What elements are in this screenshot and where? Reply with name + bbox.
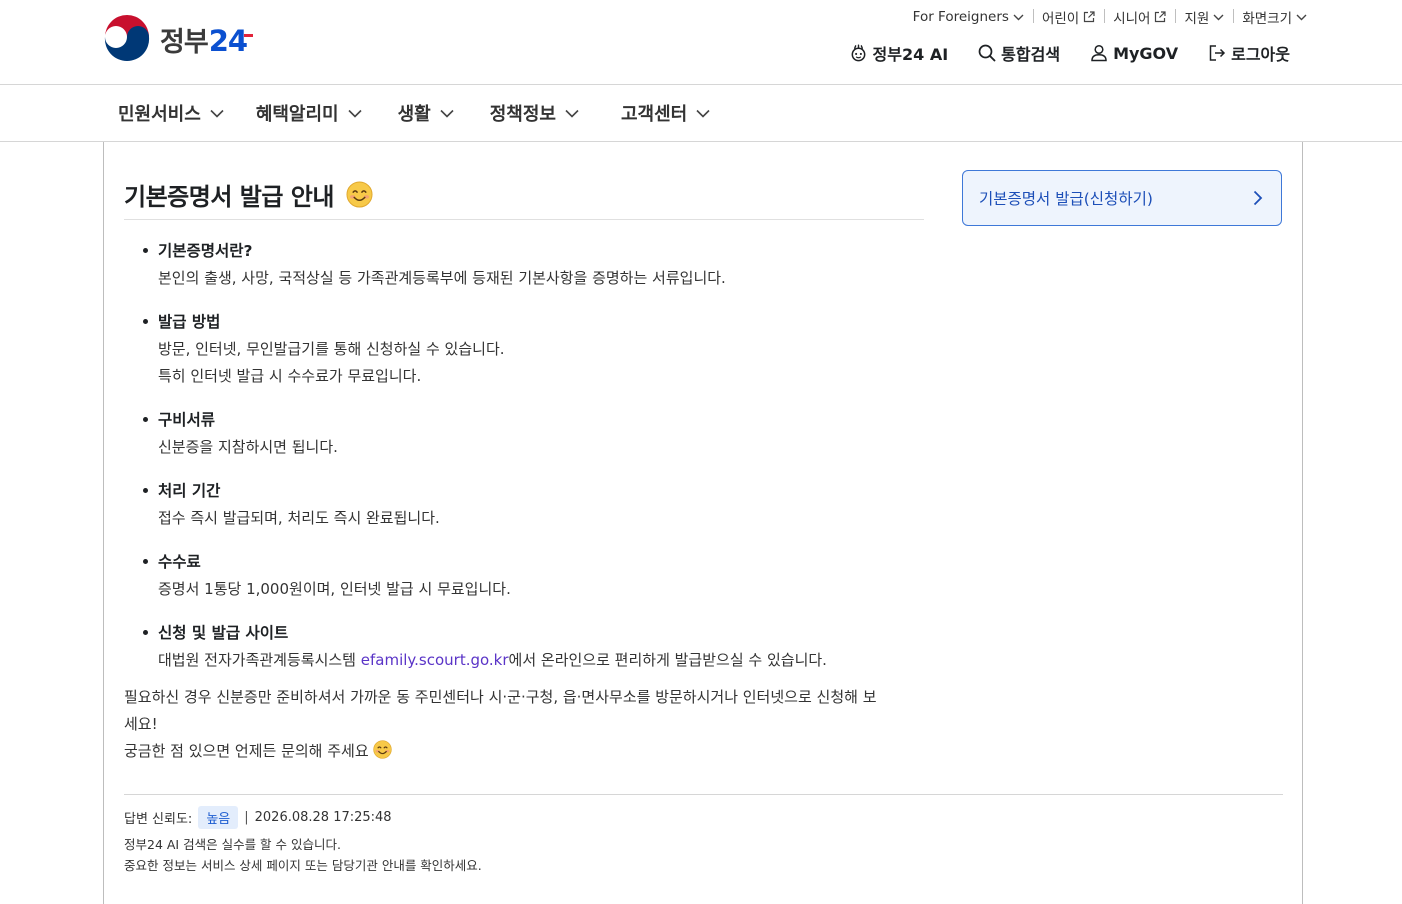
nav-life[interactable]: 생활 (398, 100, 454, 126)
item-text: 본인의 출생, 사망, 국적상실 등 가족관계등록부에 등재된 기본사항을 증명… (158, 269, 726, 287)
util-label: For Foreigners (912, 9, 1009, 25)
closing-line: 필요하신 경우 신분증만 준비하셔서 가까운 동 주민센터나 시·군·구청, 읍… (124, 688, 877, 706)
util-kids[interactable]: 어린이 (1032, 7, 1104, 27)
item-text: 대법원 전자가족관계등록시스템 efamily.scourt.go.kr에서 온… (158, 647, 910, 674)
title-divider (124, 219, 924, 220)
site-text-after: 에서 온라인으로 편리하게 발급받으실 수 있습니다. (508, 651, 827, 669)
nav-customer-center[interactable]: 고객센터 (621, 100, 710, 126)
logo-text: 정부 (160, 26, 209, 58)
efamily-link[interactable]: efamily.scourt.go.kr (361, 651, 509, 669)
issue-certificate-button[interactable]: 기본증명서 발급(신청하기) (962, 170, 1282, 226)
ai-icon (851, 44, 865, 61)
closing-line-text: 궁금한 점 있으면 언제든 문의해 주세요 (124, 742, 369, 760)
external-link-icon (1084, 11, 1095, 23)
footer-divider (124, 794, 1283, 795)
unified-search-label: 통합검색 (1001, 45, 1061, 64)
logo-digit: 2 (208, 23, 229, 58)
item-text: 접수 즉시 발급되며, 처리도 즉시 완료됩니다. (158, 509, 440, 527)
list-item: 기본증명서란? 본인의 출생, 사망, 국적상실 등 가족관계등록부에 등재된 … (140, 238, 910, 292)
item-text: 신분증을 지참하시면 됩니다. (158, 438, 338, 456)
disclaimer-line: 중요한 정보는 서비스 상세 페이지 또는 담당기관 안내를 확인하세요. (124, 858, 482, 873)
answer-timestamp: 2026.08.28 17:25:48 (254, 810, 392, 825)
reliability-label: 답변 신뢰도: (124, 812, 193, 827)
meta-separator: | (244, 810, 249, 825)
user-icon (1091, 44, 1107, 62)
item-text: 특히 인터넷 발급 시 수수료가 무료입니다. (158, 367, 422, 385)
util-label: 어린이 (1041, 11, 1080, 27)
util-label: 화면크기 (1242, 11, 1292, 27)
mygov-label: MyGOV (1113, 43, 1179, 63)
utility-menu: For Foreigners 어린이 시니어 지원 화면크기 (904, 7, 1307, 27)
chevron-down-icon (348, 109, 362, 118)
search-icon (978, 44, 996, 62)
nav-label: 생활 (397, 104, 431, 125)
chevron-down-icon (440, 109, 454, 118)
answer-list: 기본증명서란? 본인의 출생, 사망, 국적상실 등 가족관계등록부에 등재된 … (140, 238, 910, 691)
item-heading: 구비서류 (158, 411, 216, 429)
top-actions: 정부24 AI 통합검색 MyGOV 로그아웃 (849, 41, 1290, 65)
closing-line: 세요! (124, 715, 158, 733)
chevron-down-icon (565, 109, 579, 118)
logout-button[interactable]: 로그아웃 (1208, 41, 1290, 65)
smiling-face-icon (372, 740, 392, 759)
issue-certificate-label: 기본증명서 발급(신청하기) (979, 190, 1153, 208)
disclaimer-line: 정부24 AI 검색은 실수를 할 수 있습니다. (124, 837, 341, 852)
logout-label: 로그아웃 (1231, 45, 1290, 64)
chevron-down-icon (1296, 14, 1307, 20)
list-item: 처리 기간 접수 즉시 발급되며, 처리도 즉시 완료됩니다. (140, 478, 910, 532)
list-item: 발급 방법 방문, 인터넷, 무인발급기를 통해 신청하실 수 있습니다. 특히… (140, 309, 910, 390)
chevron-down-icon (696, 109, 710, 118)
list-item: 수수료 증명서 1통당 1,000원이며, 인터넷 발급 시 무료입니다. (140, 549, 910, 603)
gov24-ai-button[interactable]: 정부24 AI (849, 41, 949, 65)
ai-disclaimer: 정부24 AI 검색은 실수를 할 수 있습니다. 중요한 정보는 서비스 상세… (124, 834, 482, 876)
item-text: 방문, 인터넷, 무인발급기를 통해 신청하실 수 있습니다. (158, 340, 505, 358)
closing-line: 궁금한 점 있으면 언제든 문의해 주세요 (124, 738, 924, 765)
item-heading: 수수료 (158, 553, 201, 571)
chevron-right-icon (1253, 190, 1263, 206)
gov24-ai-label: 정부24 AI (872, 45, 949, 64)
list-item: 신청 및 발급 사이트 대법원 전자가족관계등록시스템 efamily.scou… (140, 620, 910, 674)
nav-label: 고객센터 (621, 104, 688, 125)
unified-search-button[interactable]: 통합검색 (978, 41, 1060, 65)
util-label: 지원 (1184, 11, 1210, 27)
item-heading: 기본증명서란? (158, 242, 253, 260)
ai-answer-panel: 기본증명서 발급 안내 기본증명서란? 본인의 출생, 사망, 국적상실 등 가… (103, 142, 1303, 904)
chevron-down-icon (1213, 14, 1224, 20)
util-for-foreigners[interactable]: For Foreigners (904, 9, 1033, 25)
mygov-button[interactable]: MyGOV (1090, 44, 1178, 63)
chevron-down-icon (210, 109, 224, 118)
answer-title: 기본증명서 발급 안내 (124, 177, 373, 212)
util-support[interactable]: 지원 (1175, 7, 1233, 27)
list-item: 구비서류 신분증을 지참하시면 됩니다. (140, 407, 910, 461)
site-header: 정부 24 For Foreigners 어린이 시니어 지원 화면크기 정부2… (0, 0, 1402, 85)
answer-title-text: 기본증명서 발급 안내 (124, 183, 334, 211)
logo-digit: 4 (227, 23, 248, 58)
smiling-face-icon (346, 181, 373, 208)
nav-label: 혜택알리미 (255, 104, 339, 125)
chevron-down-icon (1013, 14, 1024, 20)
reliability-badge: 높음 (198, 806, 239, 829)
main-navigation: 민원서비스 혜택알리미 생활 정책정보 고객센터 (0, 85, 1402, 142)
closing-text: 필요하신 경우 신분증만 준비하셔서 가까운 동 주민센터나 시·군·구청, 읍… (124, 684, 924, 765)
gov24-logo[interactable]: 정부 24 (103, 15, 248, 63)
item-heading: 처리 기간 (158, 482, 221, 500)
taegeuk-logo-icon (104, 15, 150, 62)
logo-wordmark: 정부 24 (160, 20, 248, 59)
nav-civil-services[interactable]: 민원서비스 (118, 100, 224, 126)
item-heading: 신청 및 발급 사이트 (158, 624, 289, 642)
answer-meta: 답변 신뢰도: 높음 | 2026.08.28 17:25:48 (124, 806, 392, 829)
logout-icon (1209, 45, 1226, 61)
item-text: 증명서 1통당 1,000원이며, 인터넷 발급 시 무료입니다. (158, 580, 511, 598)
external-link-icon (1155, 11, 1167, 23)
logo-number: 24 (208, 23, 248, 58)
nav-benefit-alerts[interactable]: 혜택알리미 (256, 100, 362, 126)
util-label: 시니어 (1113, 11, 1151, 27)
site-text-before: 대법원 전자가족관계등록시스템 (158, 651, 361, 669)
item-heading: 발급 방법 (158, 313, 221, 331)
nav-label: 정책정보 (489, 104, 556, 125)
util-senior[interactable]: 시니어 (1104, 7, 1175, 27)
util-screen-size[interactable]: 화면크기 (1233, 7, 1307, 27)
nav-policy-info[interactable]: 정책정보 (490, 100, 579, 126)
nav-label: 민원서비스 (118, 104, 201, 125)
